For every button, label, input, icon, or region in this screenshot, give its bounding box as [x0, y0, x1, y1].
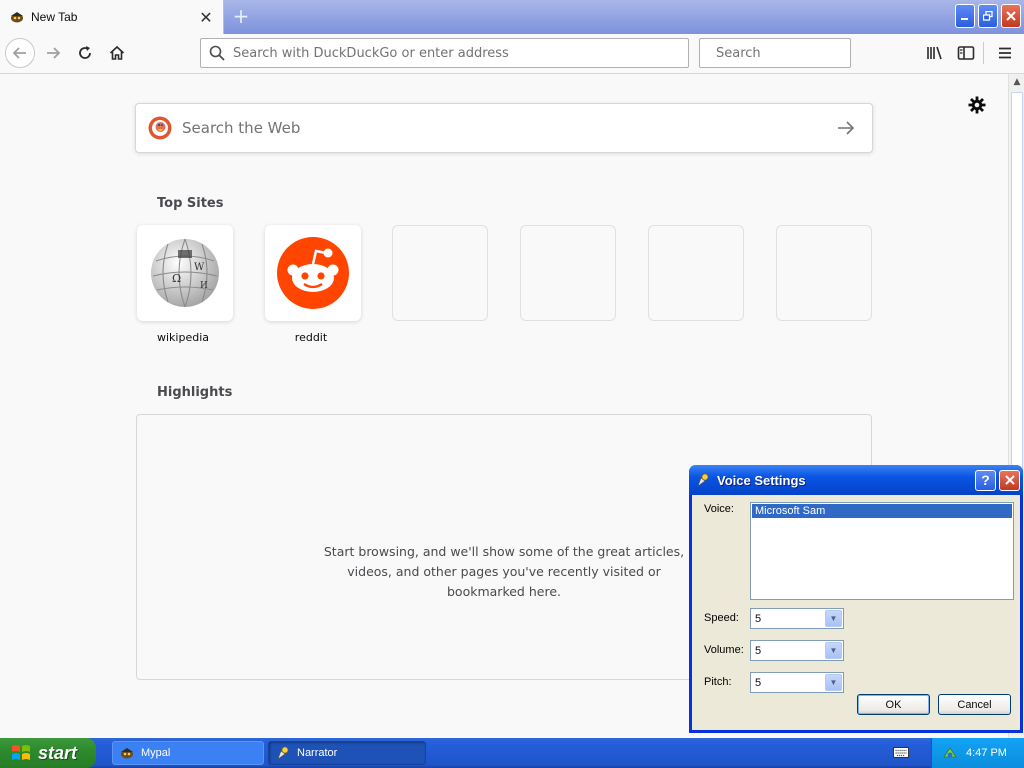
dialog-titlebar[interactable]: Voice Settings ? [689, 465, 1023, 495]
top-site-tile-wikipedia[interactable]: Ω W И [137, 225, 233, 321]
dialog-help-button[interactable]: ? [975, 469, 996, 491]
top-site-empty-slot [520, 225, 616, 321]
chevron-down-icon[interactable]: ▼ [825, 610, 842, 627]
forward-button[interactable] [38, 38, 68, 68]
svg-text:Ω: Ω [172, 272, 181, 285]
address-input[interactable] [233, 45, 688, 61]
cancel-button[interactable]: Cancel [938, 694, 1011, 715]
library-icon [927, 46, 942, 60]
toolbar-separator [983, 42, 984, 64]
newtab-settings-button[interactable] [966, 94, 988, 116]
restore-window-button[interactable] [978, 4, 998, 28]
nav-toolbar [0, 34, 1024, 74]
voice-option-selected[interactable]: Microsoft Sam [752, 504, 1012, 518]
scroll-up-arrow-icon[interactable]: ▲ [1009, 74, 1024, 90]
close-window-button[interactable] [1001, 4, 1021, 28]
back-arrow-icon [12, 47, 26, 59]
voice-label: Voice: [704, 503, 734, 515]
close-icon [1004, 475, 1015, 485]
search-icon [209, 45, 225, 61]
svg-text:И: И [200, 281, 208, 291]
minimize-icon [961, 18, 968, 20]
arrow-right-icon [838, 121, 855, 135]
top-sites-heading: Top Sites [157, 196, 224, 211]
sidebar-button[interactable] [951, 38, 981, 68]
top-site-empty-slot [776, 225, 872, 321]
taskbar-button-label: Narrator [297, 747, 338, 759]
ok-button[interactable]: OK [857, 694, 930, 715]
reddit-alien-icon [277, 237, 349, 309]
tab-title: New Tab [31, 10, 78, 24]
volume-label: Volume: [704, 644, 744, 656]
highlights-heading: Highlights [157, 385, 233, 400]
top-site-label: reddit [294, 331, 328, 344]
gear-icon [968, 96, 986, 114]
narrator-icon [697, 473, 709, 487]
wikipedia-globe-icon: Ω W И [151, 238, 219, 308]
pitch-select[interactable]: 5 ▼ [750, 672, 844, 693]
top-site-empty-slot [648, 225, 744, 321]
pitch-value: 5 [755, 676, 762, 689]
volume-select[interactable]: 5 ▼ [750, 640, 844, 661]
web-search-box[interactable] [135, 103, 873, 153]
menu-button[interactable] [990, 38, 1020, 68]
top-site-empty-slot [392, 225, 488, 321]
speed-value: 5 [755, 612, 762, 625]
pitch-label: Pitch: [704, 676, 732, 688]
voice-listbox[interactable]: Microsoft Sam [750, 502, 1014, 600]
reload-icon [79, 46, 91, 59]
windows-logo-icon [12, 745, 30, 760]
tab-strip: New Tab ✕ + [0, 0, 1024, 34]
speed-label: Speed: [704, 612, 739, 624]
svg-text:W: W [194, 262, 205, 273]
dialog-close-button[interactable] [999, 469, 1020, 491]
narrator-icon [277, 746, 289, 760]
close-icon [1006, 11, 1016, 21]
new-tab-button[interactable]: + [228, 4, 254, 30]
home-icon [109, 45, 125, 60]
sidebar-icon [957, 46, 975, 60]
reload-button[interactable] [70, 38, 100, 68]
close-tab-icon[interactable]: ✕ [195, 6, 217, 28]
search-bar[interactable] [699, 38, 886, 68]
duckduckgo-icon [148, 116, 172, 140]
back-button[interactable] [5, 38, 35, 68]
taskbar-button-narrator[interactable]: Narrator [268, 741, 426, 765]
clock[interactable]: 4:47 PM [966, 747, 1007, 759]
chevron-down-icon[interactable]: ▼ [825, 674, 842, 691]
taskbar-button-mypal[interactable]: Mypal [112, 741, 264, 765]
system-tray: 4:47 PM [931, 738, 1024, 768]
top-site-tile-reddit[interactable] [265, 225, 361, 321]
minimize-window-button[interactable] [955, 4, 975, 28]
top-site-label: wikipedia [156, 331, 209, 344]
home-button[interactable] [102, 38, 132, 68]
forward-arrow-icon [47, 47, 61, 59]
address-bar[interactable] [200, 38, 689, 68]
library-button[interactable] [920, 38, 950, 68]
speed-select[interactable]: 5 ▼ [750, 608, 844, 629]
restore-icon [983, 11, 993, 21]
network-icon[interactable] [942, 745, 958, 761]
mypal-icon [121, 748, 133, 759]
taskbar: start Mypal Narrator 4:47 PM [0, 738, 1024, 768]
web-search-submit-button[interactable] [826, 108, 866, 148]
web-search-input[interactable] [182, 119, 826, 137]
volume-value: 5 [755, 644, 762, 657]
start-button[interactable]: start [0, 738, 96, 768]
voice-settings-dialog: Voice Settings ? Voice: Microsoft Sam Sp… [689, 465, 1023, 733]
search-input[interactable] [716, 45, 886, 61]
keyboard-icon[interactable] [893, 745, 909, 759]
start-label: start [38, 742, 78, 763]
dialog-title: Voice Settings [717, 472, 806, 488]
hamburger-icon [999, 47, 1011, 59]
tab-new-tab[interactable]: New Tab ✕ [0, 0, 224, 34]
taskbar-button-label: Mypal [141, 747, 171, 759]
chevron-down-icon[interactable]: ▼ [825, 642, 842, 659]
mypal-icon [11, 12, 23, 23]
